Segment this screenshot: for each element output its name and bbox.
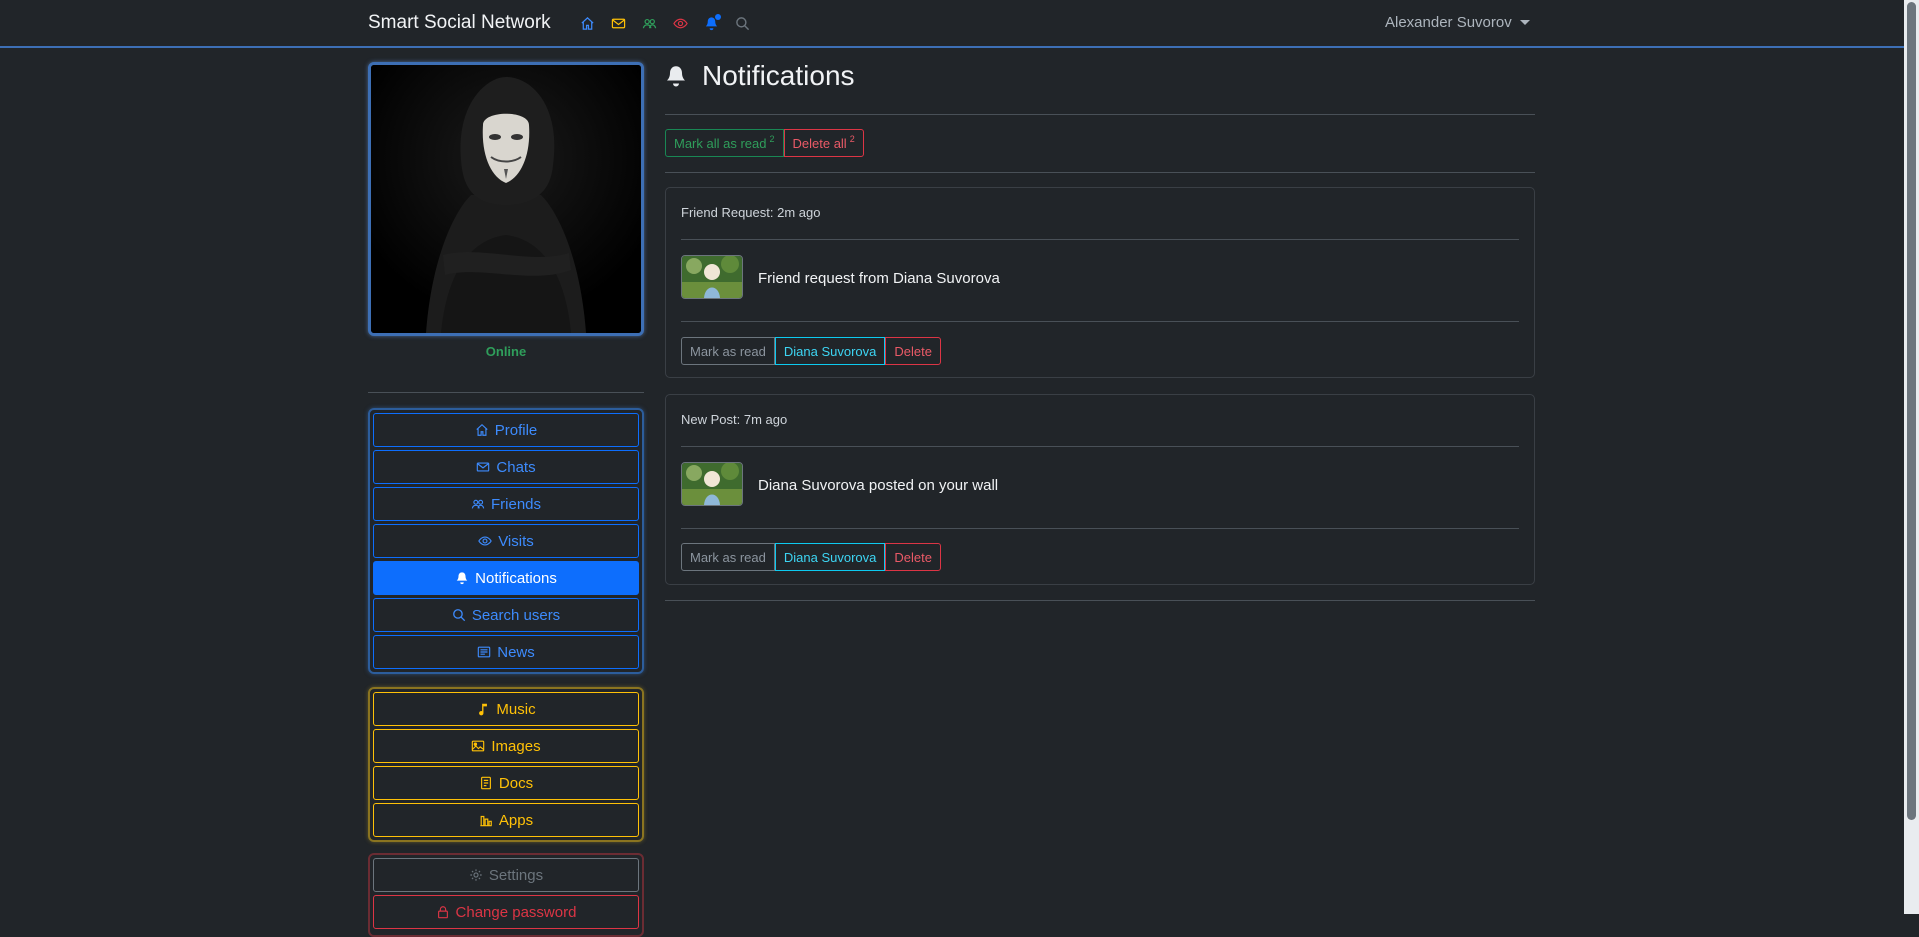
sidebar-item-label: Docs xyxy=(498,774,534,792)
sidebar-item-search-users[interactable]: Search users xyxy=(373,598,639,632)
sidebar-item-label: Search users xyxy=(471,606,561,624)
sidebar-item-label: Change password xyxy=(455,903,577,921)
apps-icon xyxy=(480,815,492,827)
delete-button[interactable]: Delete xyxy=(885,337,941,365)
user-profile-button[interactable]: Diana Suvorova xyxy=(774,337,886,365)
eye-icon[interactable] xyxy=(665,12,696,34)
brand-title[interactable]: Smart Social Network xyxy=(368,12,551,34)
notification-actions: Mark as read Diana Suvorova Delete xyxy=(681,543,941,571)
sidebar-item-label: Apps xyxy=(498,811,534,829)
notification-text: Friend request from Diana Suvorova xyxy=(758,270,1000,287)
mark-all-read-button[interactable]: Mark all as read 2 xyxy=(665,129,784,157)
user-avatar-thumbnail[interactable] xyxy=(681,255,743,299)
notification-dot xyxy=(715,14,721,20)
user-name: Alexander Suvorov xyxy=(1385,14,1512,31)
mark-as-read-button[interactable]: Mark as read xyxy=(681,543,775,571)
top-navbar: Smart Social Network Alexander Suvorov xyxy=(0,0,1904,48)
sidebar-item-label: News xyxy=(497,643,535,661)
bell-icon xyxy=(667,66,685,87)
notification-header: New Post: 7m ago xyxy=(681,412,787,427)
list-end-divider xyxy=(665,600,1535,601)
card-divider xyxy=(681,528,1519,529)
delete-all-count: 2 xyxy=(849,134,855,144)
mark-all-count: 2 xyxy=(769,134,775,144)
sidebar-item-profile[interactable]: Profile xyxy=(373,413,639,447)
notification-header: Friend Request: 2m ago xyxy=(681,205,821,220)
newspaper-icon xyxy=(477,646,491,658)
sidebar-item-docs[interactable]: Docs xyxy=(373,766,639,800)
sidebar-item-images[interactable]: Images xyxy=(373,729,639,763)
online-status: Online xyxy=(485,344,527,359)
sidebar-item-label: Visits xyxy=(498,532,534,550)
gear-icon xyxy=(470,869,482,881)
envelope-icon[interactable] xyxy=(603,12,634,34)
eye-icon xyxy=(478,536,492,546)
nav-icon-bar xyxy=(572,12,758,34)
delete-all-button[interactable]: Delete all 2 xyxy=(783,129,864,157)
notification-text: Diana Suvorova posted on your wall xyxy=(758,477,999,494)
sidebar-divider xyxy=(368,392,644,393)
page-title-text: Notifications xyxy=(702,60,855,91)
mark-all-read-label: Mark all as read xyxy=(674,135,767,151)
notification-card: New Post: 7m ago Diana Suvorova posted o… xyxy=(665,394,1535,585)
notification-separator: : xyxy=(769,205,774,220)
sidebar-media-menu: Music Images Docs Apps xyxy=(368,687,644,842)
page-scrollbar[interactable] xyxy=(1904,0,1919,914)
music-note-icon xyxy=(479,703,488,716)
notification-card: Friend Request: 2m ago Friend request fr… xyxy=(665,187,1535,378)
bulk-actions: Mark all as read 2 Delete all 2 xyxy=(665,129,864,157)
sidebar-item-music[interactable]: Music xyxy=(373,692,639,726)
notification-time: 7m ago xyxy=(743,412,788,427)
bell-icon xyxy=(456,572,468,585)
mark-as-read-button[interactable]: Mark as read xyxy=(681,337,775,365)
card-divider xyxy=(681,321,1519,322)
search-icon xyxy=(452,609,465,622)
sidebar-item-settings[interactable]: Settings xyxy=(373,858,639,892)
sidebar-main-menu: Profile Chats Friends Visits Notificatio… xyxy=(368,408,644,674)
actions-divider xyxy=(665,172,1535,173)
sidebar-item-label: Profile xyxy=(494,421,538,439)
sidebar-item-label: Images xyxy=(491,737,541,755)
people-icon[interactable] xyxy=(634,12,665,34)
page-title: Notifications xyxy=(664,60,855,92)
envelope-icon xyxy=(477,462,490,472)
user-avatar-thumbnail[interactable] xyxy=(681,462,743,506)
sidebar-item-news[interactable]: News xyxy=(373,635,639,669)
image-icon xyxy=(472,740,485,752)
sidebar-item-label: Settings xyxy=(488,866,544,884)
card-divider xyxy=(681,239,1519,240)
document-icon xyxy=(480,776,491,790)
title-divider xyxy=(665,114,1535,115)
notification-time: 2m ago xyxy=(777,205,821,220)
sidebar-item-label: Friends xyxy=(490,495,542,513)
sidebar-item-change-password[interactable]: Change password xyxy=(373,895,639,929)
user-profile-button[interactable]: Diana Suvorova xyxy=(774,543,886,571)
profile-avatar[interactable] xyxy=(368,62,644,336)
home-icon[interactable] xyxy=(572,12,603,34)
user-menu-dropdown[interactable]: Alexander Suvorov xyxy=(1385,14,1530,31)
sidebar-settings-menu: Settings Change password xyxy=(368,853,644,937)
scrollbar-thumb[interactable] xyxy=(1907,2,1916,820)
delete-all-label: Delete all xyxy=(792,135,847,151)
bell-icon[interactable] xyxy=(696,12,727,34)
home-icon xyxy=(476,423,488,436)
sidebar-item-apps[interactable]: Apps xyxy=(373,803,639,837)
notification-type: Friend Request xyxy=(681,205,770,220)
sidebar-item-notifications[interactable]: Notifications xyxy=(373,561,639,595)
delete-button[interactable]: Delete xyxy=(885,543,941,571)
sidebar-item-label: Notifications xyxy=(475,569,557,587)
sidebar-item-chats[interactable]: Chats xyxy=(373,450,639,484)
notification-actions: Mark as read Diana Suvorova Delete xyxy=(681,337,941,365)
lock-icon xyxy=(437,906,448,919)
card-divider xyxy=(681,446,1519,447)
notification-type: New Post xyxy=(681,412,737,427)
caret-down-icon xyxy=(1519,20,1530,25)
sidebar-item-label: Music xyxy=(496,700,536,718)
sidebar-item-friends[interactable]: Friends xyxy=(373,487,639,521)
notification-separator: : xyxy=(736,412,741,427)
search-icon[interactable] xyxy=(727,12,758,34)
people-icon xyxy=(471,499,485,509)
sidebar-item-visits[interactable]: Visits xyxy=(373,524,639,558)
sidebar-item-label: Chats xyxy=(496,458,536,476)
